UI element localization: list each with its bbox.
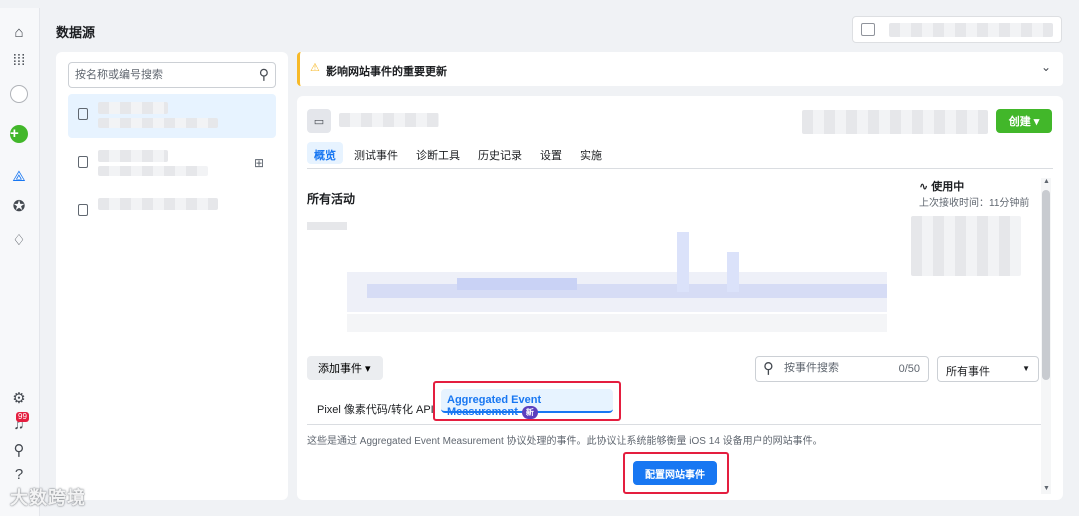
configure-highlight-box: 配置网站事件 <box>623 452 729 494</box>
activity-title: 所有活动 <box>307 192 356 206</box>
magnifier-icon: ⚲ <box>258 66 269 82</box>
panel-scrollbar[interactable]: ▲ ▼ <box>1041 178 1051 494</box>
status-text: 使用中 <box>931 181 965 193</box>
chart-blur-block <box>677 232 689 292</box>
chevron-down-icon[interactable]: ⌄ <box>1041 60 1051 74</box>
pixel-name-redacted <box>339 113 439 127</box>
configure-web-events-button[interactable]: 配置网站事件 <box>633 461 717 485</box>
datasource-search-input[interactable] <box>75 67 245 83</box>
partner-icon[interactable]: ♢ <box>9 230 29 250</box>
datasource-detail-card: ▭ 创建 ▾ 概览 测试事件 诊断工具 历史记录 设置 实施 所有活动 ∿ 使用… <box>297 96 1063 500</box>
datasource-item[interactable] <box>68 190 276 234</box>
account-name-redacted <box>889 23 1053 37</box>
mobile-app-icon: ⊞ <box>253 156 264 170</box>
add-icon[interactable]: + <box>9 124 29 144</box>
scroll-up-icon[interactable]: ▲ <box>1043 178 1050 185</box>
tab-settings[interactable]: 设置 <box>533 142 569 164</box>
chart-blur-block <box>367 284 887 298</box>
tab-test-events[interactable]: 测试事件 <box>347 142 405 164</box>
scrollbar-thumb[interactable] <box>1042 190 1050 380</box>
tab-history[interactable]: 历史记录 <box>471 142 529 164</box>
pixel-monitor-icon: ▭ <box>307 109 331 133</box>
settings-gear-icon[interactable]: ⚙ <box>9 388 29 408</box>
datasource-name-redacted <box>98 102 168 114</box>
create-label: 创建 <box>1008 116 1031 128</box>
page-title: 数据源 <box>56 25 96 40</box>
star-icon[interactable]: ✪ <box>9 196 29 216</box>
datasource-list-panel: ⚲ ⊞ <box>56 52 288 500</box>
event-search-input[interactable] <box>784 362 884 374</box>
new-badge: 新 <box>521 406 538 419</box>
pulse-icon: ∿ <box>919 181 932 193</box>
status-label: ∿ 使用中 <box>919 178 964 194</box>
search-icon[interactable]: ⚲ <box>9 440 29 460</box>
subtab-pixel-api[interactable]: Pixel 像素代码/转化 API <box>317 401 434 417</box>
chart-blur-block <box>727 252 739 292</box>
scroll-down-icon[interactable]: ▼ <box>1043 485 1050 492</box>
account-icon <box>861 23 875 36</box>
create-button[interactable]: 创建 ▾ <box>996 109 1052 133</box>
datasource-name-redacted <box>98 198 218 210</box>
aem-highlight-box: Aggregated Event Measurement 新 <box>433 381 621 421</box>
detail-tabs: 概览 测试事件 诊断工具 历史记录 设置 实施 <box>307 142 609 166</box>
add-event-button[interactable]: 添加事件 ▾ <box>307 356 383 380</box>
datasource-name-redacted <box>98 150 168 162</box>
datasource-item[interactable] <box>68 94 276 138</box>
help-icon[interactable]: ? <box>9 464 29 484</box>
chart-blur-block <box>457 278 577 290</box>
magnifier-icon: ⚲ <box>763 360 774 377</box>
important-update-banner[interactable]: ⚠ 影响网站事件的重要更新 ⌄ <box>297 52 1063 86</box>
event-filter-value: 所有事件 <box>946 366 990 378</box>
subtab-divider <box>307 424 1041 425</box>
store-icon <box>78 204 88 216</box>
tab-diagnostics[interactable]: 诊断工具 <box>409 142 467 164</box>
caret-down-icon: ▼ <box>1022 364 1030 373</box>
datasource-item[interactable]: ⊞ <box>68 142 276 186</box>
aem-description: 这些是通过 Aggregated Event Measurement 协议处理的… <box>307 436 823 447</box>
notification-badge: 99 <box>16 412 29 422</box>
activity-chart-redacted <box>307 222 887 332</box>
app-icon <box>78 156 88 168</box>
add-event-label: 添加事件 <box>318 363 362 375</box>
chart-legend-redacted <box>911 216 1021 276</box>
tab-overview[interactable]: 概览 <box>307 142 343 164</box>
event-filter-select[interactable]: 所有事件 ▼ <box>937 356 1039 382</box>
account-selector[interactable] <box>852 16 1062 43</box>
last-received-text: 上次接收时间：11分钟前 <box>919 198 1030 209</box>
event-count: 0/50 <box>898 363 920 375</box>
home-icon[interactable]: ⌂ <box>9 22 29 42</box>
nav-rail: ⌂ ⁞⁞⁞ + ⟁ ✪ ♢ ⚙ ♫ 99 ⚲ ? <box>0 8 40 516</box>
chart-blur-block <box>307 222 347 230</box>
datasource-id-redacted <box>98 166 208 176</box>
chart-blur-block <box>347 314 887 332</box>
tab-divider <box>307 168 1053 169</box>
account-avatar-icon[interactable] <box>9 84 29 104</box>
watermark: 大数跨境 <box>10 488 86 508</box>
datasource-id-redacted <box>98 118 218 128</box>
pixel-icon <box>78 108 88 120</box>
apps-grid-icon[interactable]: ⁞⁞⁞ <box>9 50 29 70</box>
tab-implementation[interactable]: 实施 <box>573 142 609 164</box>
warning-icon: ⚠ <box>310 62 320 74</box>
events-manager-icon[interactable]: ⟁ <box>9 166 29 186</box>
subtab-aggregated-event-measurement[interactable]: Aggregated Event Measurement 新 <box>441 389 613 419</box>
event-search: ⚲ 0/50 <box>755 356 929 382</box>
banner-text: 影响网站事件的重要更新 <box>326 66 447 78</box>
pixel-id-redacted <box>802 110 988 134</box>
datasource-search: ⚲ <box>68 62 276 88</box>
